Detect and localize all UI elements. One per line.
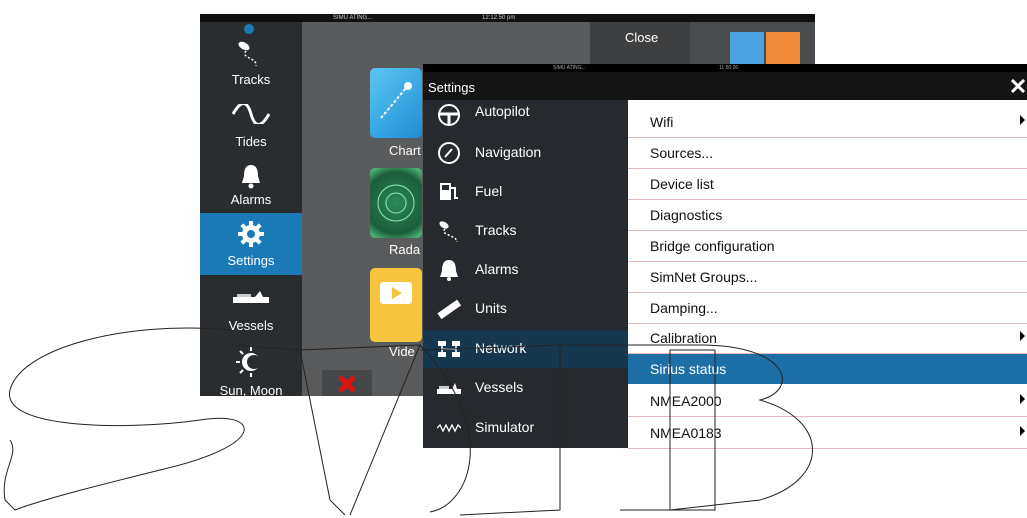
chevron-right-icon [1020, 426, 1025, 436]
sidebar-item-label: Settings [227, 253, 275, 268]
option-label: Calibration [650, 330, 717, 346]
network-icon [438, 341, 460, 357]
option-wifi[interactable]: Wifi [628, 107, 1027, 138]
sidebar-item-label: Sun, Moon [219, 383, 283, 398]
compass-icon [438, 142, 460, 164]
steering-thumbnail[interactable] [766, 32, 800, 64]
menu-item-network[interactable]: Network [423, 330, 628, 368]
menu-item-vessels[interactable]: Vessels [423, 369, 628, 407]
menu-item-label: Vessels [475, 379, 524, 395]
menu-item-autopilot[interactable]: Autopilot [423, 96, 628, 134]
tracks-icon [238, 41, 257, 67]
close-button-label: Close [625, 30, 659, 45]
scroll-up-icon[interactable] [244, 24, 254, 34]
gear-icon [238, 221, 264, 247]
radar-app-tile[interactable] [370, 168, 422, 238]
chart-app-tile[interactable] [370, 68, 422, 138]
back-status-time: 12:12:50 pm [482, 15, 516, 21]
option-label: Device list [650, 176, 714, 192]
option-label: NMEA2000 [650, 393, 722, 409]
menu-item-label: Fuel [475, 183, 503, 199]
option-label: Wifi [650, 114, 674, 130]
chart-icon [380, 82, 412, 119]
chevron-right-icon [1020, 331, 1025, 341]
menu-item-alarms[interactable]: Alarms [423, 251, 628, 289]
video-app-label: Vide [389, 344, 415, 359]
menu-item-label: Units [475, 300, 507, 316]
ruler-icon [437, 299, 461, 320]
sidebar-item-vessels[interactable]: Vessels [200, 275, 302, 337]
sidebar-item-label: Tracks [231, 72, 271, 87]
option-label: Sirius status [650, 361, 727, 377]
vessels-icon [233, 291, 269, 303]
option-label: SimNet Groups... [650, 269, 758, 285]
chevron-right-icon [1020, 115, 1025, 125]
sidebar-item-settings[interactable]: Settings [200, 213, 302, 275]
play-icon [380, 282, 412, 304]
menu-item-fuel[interactable]: Fuel [423, 173, 628, 211]
tracks-icon [439, 221, 458, 243]
option-sources[interactable]: Sources... [628, 138, 1027, 169]
dialog-status-bar: SIMU ATING... 11:50:26 [423, 64, 1027, 72]
option-nmea0183[interactable]: NMEA0183 [628, 418, 1027, 449]
radar-app-label: Rada [389, 242, 421, 257]
sidebar-item-label: Alarms [230, 192, 272, 207]
option-label: NMEA0183 [650, 425, 722, 441]
chart-app-label: Chart [389, 143, 421, 158]
remove-button[interactable] [322, 370, 372, 396]
menu-item-label: Navigation [475, 144, 542, 160]
dialog-status-text: SIMU ATING... [553, 65, 586, 71]
sidebar-item-label: Tides [235, 134, 267, 149]
close-button[interactable]: Close [590, 22, 690, 64]
back-status-bar: SIMU ATING... 12:12:50 pm [200, 14, 815, 22]
menu-item-label: Autopilot [475, 103, 530, 119]
option-bridge-configuration[interactable]: Bridge configuration [628, 231, 1027, 262]
radar-icon [377, 184, 415, 222]
close-icon[interactable] [1011, 79, 1025, 93]
video-app-tile[interactable] [370, 268, 422, 342]
steering-wheel-icon [438, 104, 460, 126]
menu-item-label: Network [475, 340, 527, 356]
bell-icon [440, 260, 458, 281]
menu-item-label: Tracks [475, 222, 517, 238]
dialog-status-time: 11:50:26 [719, 65, 739, 71]
option-device-list[interactable]: Device list [628, 169, 1027, 200]
sun-moon-icon [236, 347, 261, 377]
menu-item-label: Simulator [475, 419, 535, 435]
option-label: Sources... [650, 145, 714, 161]
option-label: Damping... [650, 300, 718, 316]
option-damping[interactable]: Damping... [628, 293, 1027, 324]
fuel-pump-icon [440, 183, 458, 200]
option-sirius-status[interactable]: Sirius status [628, 354, 1027, 384]
option-label: Bridge configuration [650, 238, 775, 254]
sidebar-item-tracks[interactable]: Tracks [200, 34, 302, 96]
menu-item-navigation[interactable]: Navigation [423, 134, 628, 172]
back-status-text: SIMU ATING... [333, 15, 373, 21]
back-header-area: Close [590, 22, 815, 64]
vessels-icon [437, 383, 461, 394]
dialog-title: Settings [428, 80, 475, 95]
option-nmea2000[interactable]: NMEA2000 [628, 386, 1027, 417]
option-simnet-groups[interactable]: SimNet Groups... [628, 262, 1027, 293]
sidebar-item-label: Vessels [228, 318, 274, 333]
simulator-icon [437, 423, 461, 433]
settings-menu: Autopilot Navigation Fuel Tracks Alarms [423, 100, 628, 448]
red-x-icon [338, 375, 356, 393]
sidebar-item-sun-moon[interactable]: Sun, Moon [200, 337, 302, 398]
bell-icon [242, 165, 260, 189]
tides-icon [231, 104, 271, 124]
menu-item-simulator[interactable]: Simulator [423, 409, 628, 447]
menu-item-tracks[interactable]: Tracks [423, 212, 628, 250]
back-sidebar: Tracks Tides Alarms Settings Vessels Sun… [200, 22, 302, 398]
option-diagnostics[interactable]: Diagnostics [628, 200, 1027, 231]
chevron-right-icon [1020, 394, 1025, 404]
chart-thumbnail[interactable] [730, 32, 764, 64]
option-calibration[interactable]: Calibration [628, 323, 1027, 354]
sidebar-item-alarms[interactable]: Alarms [200, 158, 302, 213]
menu-item-units[interactable]: Units [423, 290, 628, 328]
sidebar-item-tides[interactable]: Tides [200, 96, 302, 158]
option-label: Diagnostics [650, 207, 723, 223]
menu-item-label: Alarms [475, 261, 519, 277]
